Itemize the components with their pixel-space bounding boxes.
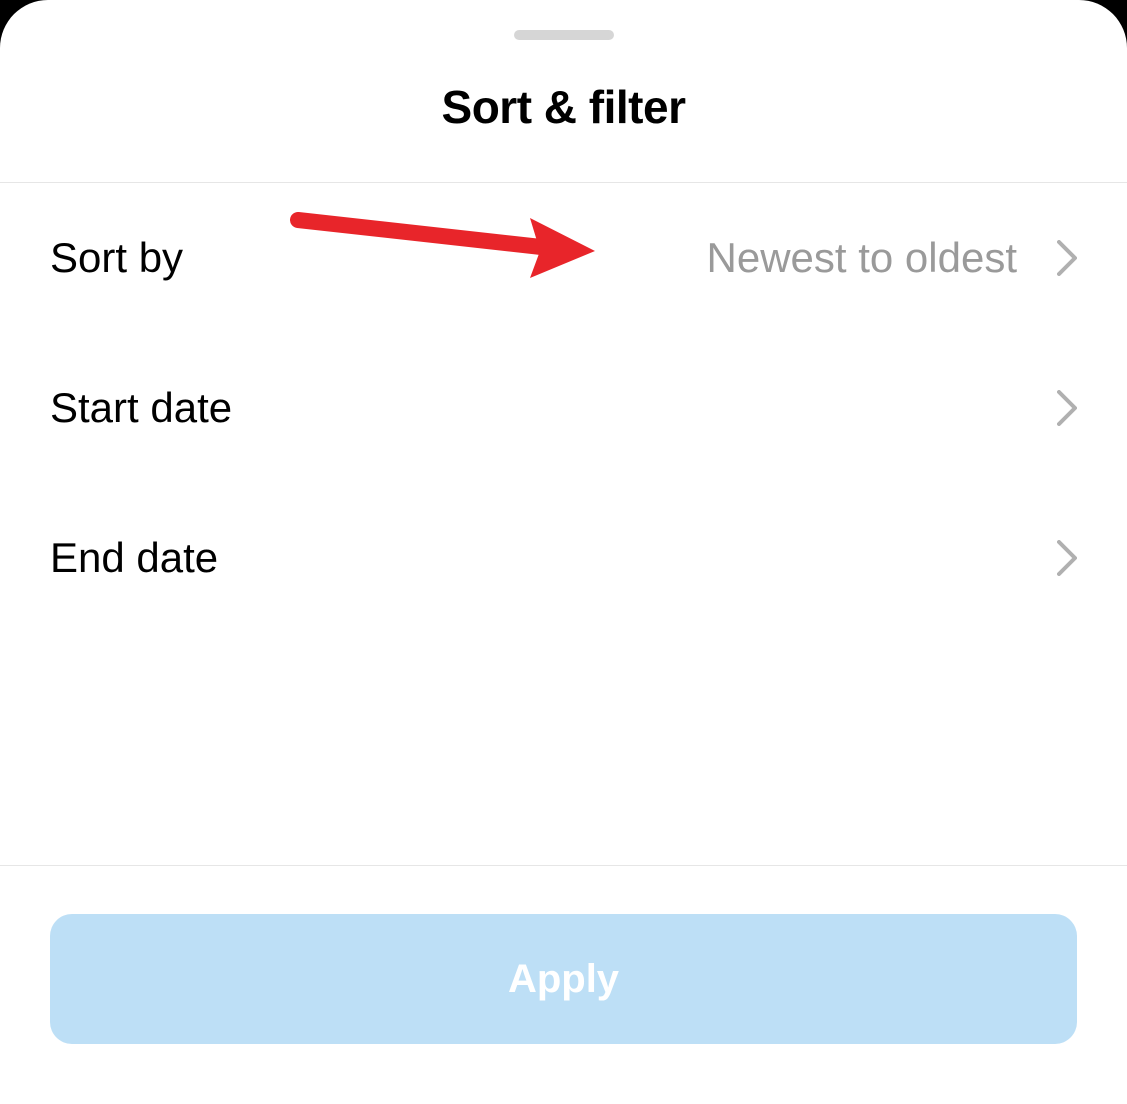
chevron-right-icon bbox=[1057, 390, 1077, 426]
chevron-right-icon bbox=[1057, 240, 1077, 276]
chevron-right-icon bbox=[1057, 540, 1077, 576]
drag-handle[interactable] bbox=[514, 30, 614, 40]
sheet-header: Sort & filter bbox=[0, 40, 1127, 183]
sheet-title: Sort & filter bbox=[0, 80, 1127, 134]
filter-rows: Sort by Newest to oldest Start date End … bbox=[0, 183, 1127, 865]
sheet-footer: Apply bbox=[0, 865, 1127, 1104]
start-date-label: Start date bbox=[50, 384, 232, 432]
end-date-row[interactable]: End date bbox=[50, 483, 1077, 633]
end-date-right bbox=[1017, 540, 1077, 576]
sort-by-row[interactable]: Sort by Newest to oldest bbox=[50, 183, 1077, 333]
start-date-right bbox=[1017, 390, 1077, 426]
sort-filter-sheet: Sort & filter Sort by Newest to oldest S… bbox=[0, 0, 1127, 1104]
sort-by-label: Sort by bbox=[50, 234, 183, 282]
end-date-label: End date bbox=[50, 534, 218, 582]
start-date-row[interactable]: Start date bbox=[50, 333, 1077, 483]
sort-by-value: Newest to oldest bbox=[707, 234, 1018, 282]
apply-button[interactable]: Apply bbox=[50, 914, 1077, 1044]
sort-by-right: Newest to oldest bbox=[707, 234, 1078, 282]
